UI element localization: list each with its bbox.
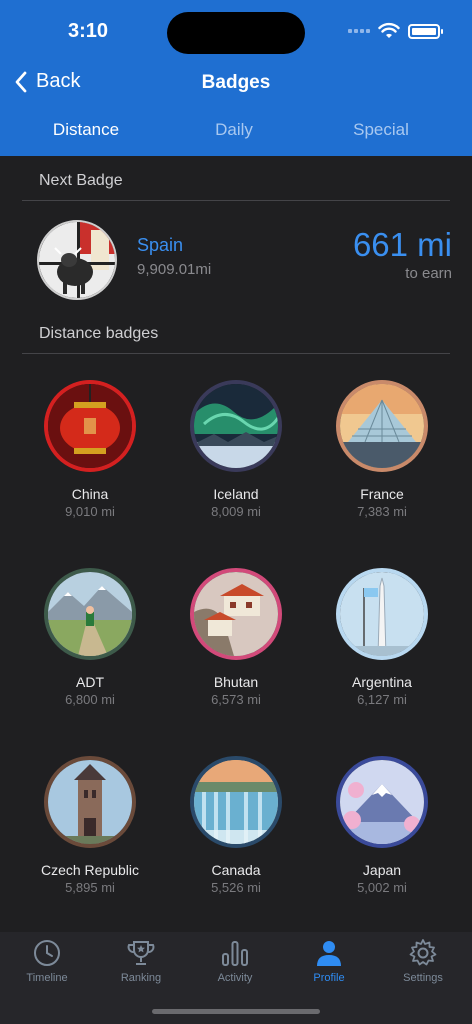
badge-name: China [71,486,109,502]
tabbar-label: Timeline [26,972,68,984]
badge-distance: 8,009 mi [211,504,261,519]
next-badge-name: Spain [137,235,184,255]
tabbar-settings[interactable]: Settings [376,938,470,984]
next-badge-distance: 9,909.01mi [137,261,212,278]
distance-badges-heading: Distance badges [39,325,159,342]
badge-bhutan-image [190,568,282,660]
wifi-icon [378,22,400,38]
badge-iceland-image [190,380,282,472]
badge-france-image [336,380,428,472]
badge-distance: 5,002 mi [357,880,407,895]
tabbar-label: Profile [313,972,345,984]
tabbar-profile[interactable]: Profile [282,938,376,984]
badge-name: Czech Republic [40,862,140,878]
badge-france[interactable]: France 7,383 mi [307,380,457,519]
tabbar-activity[interactable]: Activity [188,938,282,984]
badge-japan[interactable]: Japan 5,002 mi [307,756,457,895]
badge-canada-image [190,756,282,848]
badge-czech-republic[interactable]: Czech Republic 5,895 mi [15,756,165,895]
gear-icon [409,939,437,966]
badge-distance: 7,383 mi [357,504,407,519]
badge-name: France [360,486,404,502]
segment-tabs: Distance Daily Special [0,120,472,148]
badge-china-image [44,380,136,472]
tabbar-timeline[interactable]: Timeline [0,938,94,984]
badge-bhutan[interactable]: Bhutan 6,573 mi [161,568,311,707]
badge-argentina-image [336,568,428,660]
badge-distance: 6,127 mi [357,692,407,707]
badge-china[interactable]: China 9,010 mi [15,380,165,519]
miles-to-earn-label: to earn [405,265,452,282]
badge-name: ADT [76,674,104,690]
signal-icon [348,29,370,33]
badge-distance: 5,895 mi [65,880,115,895]
next-badge-image[interactable] [37,220,117,300]
badge-adt-image [44,568,136,660]
badge-name: Japan [362,862,402,878]
tab-special[interactable]: Special [311,120,451,140]
badge-adt[interactable]: ADT 6,800 mi [15,568,165,707]
home-indicator[interactable] [152,1009,320,1014]
badge-argentina[interactable]: Argentina 6,127 mi [307,568,457,707]
header-bar: 3:10 Back Badges Distance Daily Special [0,0,472,156]
badge-name: Canada [211,862,261,878]
badge-name: Iceland [213,486,259,502]
dynamic-island [167,12,305,54]
badge-distance: 6,800 mi [65,692,115,707]
badge-distance: 6,573 mi [211,692,261,707]
tabbar-label: Ranking [120,972,162,984]
badge-name: Argentina [352,674,412,690]
badge-czech-image [44,756,136,848]
badge-distance: 5,526 mi [211,880,261,895]
clock-icon [34,940,60,966]
tabbar-label: Activity [217,972,253,984]
badge-distance: 9,010 mi [65,504,115,519]
badge-japan-image [336,756,428,848]
next-badge-heading: Next Badge [39,172,123,189]
divider [22,353,450,354]
badge-iceland[interactable]: Iceland 8,009 mi [161,380,311,519]
tabbar-ranking[interactable]: Ranking [94,938,188,984]
person-icon [317,941,341,966]
battery-icon [408,23,443,39]
badge-canada[interactable]: Canada 5,526 mi [161,756,311,895]
miles-to-earn-value: 661 mi [352,226,452,263]
tabbar-label: Settings [403,972,443,984]
bar-chart-icon [222,941,248,966]
page-title: Badges [201,72,271,93]
badge-name: Bhutan [213,674,259,690]
status-time: 3:10 [68,20,109,42]
tab-daily[interactable]: Daily [164,120,304,140]
divider [22,200,450,201]
status-icons [348,22,443,40]
trophy-icon [127,941,155,965]
tab-distance[interactable]: Distance [16,120,156,140]
